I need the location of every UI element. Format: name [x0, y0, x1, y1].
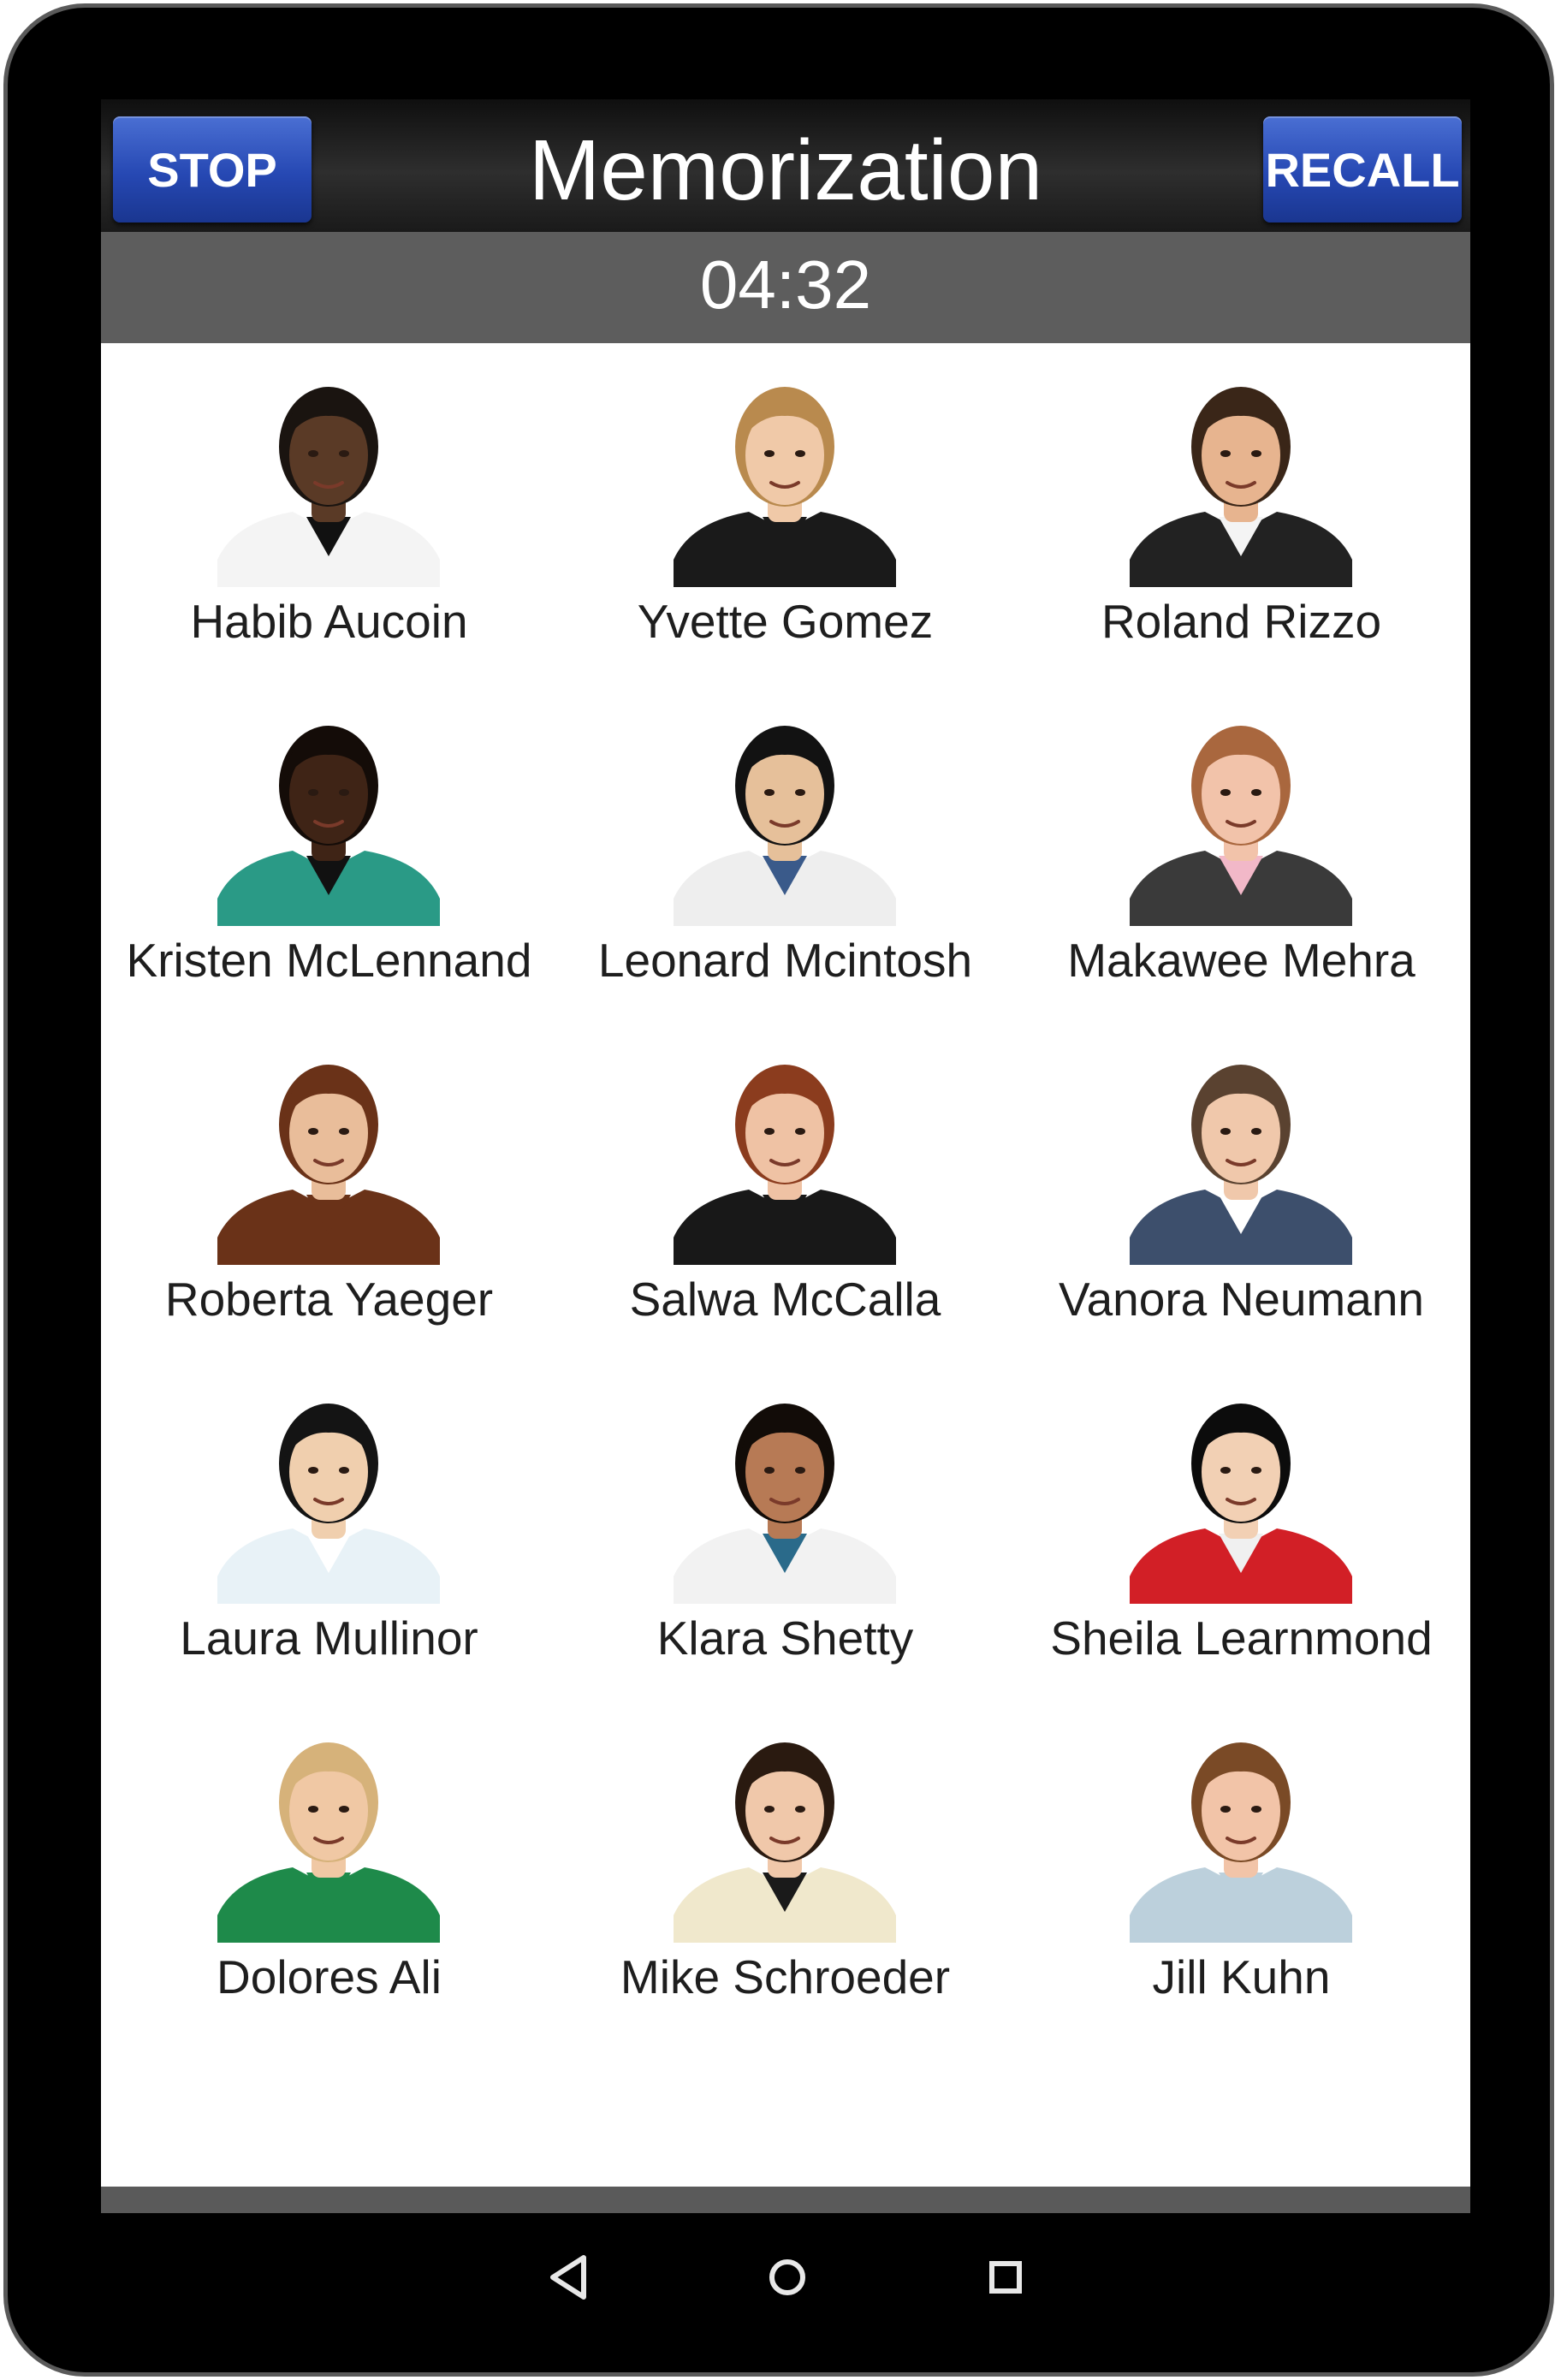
person-name: Mike Schroeder: [620, 1950, 951, 2003]
person-card: Jill Kuhn: [1013, 1703, 1469, 2042]
person-name: Klara Shetty: [656, 1611, 914, 1665]
person-card: Mike Schroeder: [557, 1703, 1013, 2042]
home-circle-icon[interactable]: [749, 2239, 826, 2316]
person-card: Klara Shetty: [557, 1364, 1013, 1703]
person-name: Roberta Yaeger: [164, 1273, 494, 1326]
person-card: Vanora Neumann: [1013, 1025, 1469, 1364]
person-name: Habib Aucoin: [190, 595, 468, 648]
person-name: Salwa McCalla: [629, 1273, 941, 1326]
person-name: Dolores Ali: [217, 1950, 442, 2003]
person-name: Kristen McLennand: [126, 934, 532, 987]
person-photo: [674, 1386, 896, 1604]
system-navigation-bar: [8, 2213, 1550, 2372]
person-photo: [674, 709, 896, 926]
person-photo: [674, 370, 896, 587]
person-card: Salwa McCalla: [557, 1025, 1013, 1364]
person-card: Laura Mullinor: [101, 1364, 557, 1703]
person-name: Laura Mullinor: [180, 1611, 478, 1665]
recents-square-icon[interactable]: [967, 2239, 1044, 2316]
person-card: Sheila Learnmond: [1013, 1364, 1469, 1703]
tablet-frame: STOP Memorization RECALL 04:32 Habib Auc…: [3, 3, 1554, 2377]
person-card: Leonard Mcintosh: [557, 686, 1013, 1025]
page-title: Memorization: [528, 122, 1043, 218]
person-photo: [674, 1725, 896, 1943]
recall-button[interactable]: RECALL: [1263, 116, 1462, 223]
person-photo: [1130, 1725, 1352, 1943]
back-triangle-icon[interactable]: [531, 2239, 608, 2316]
person-photo: [217, 1048, 440, 1265]
person-card: Roland Rizzo: [1013, 347, 1469, 686]
person-card: Makawee Mehra: [1013, 686, 1469, 1025]
person-photo: [217, 709, 440, 926]
person-card: Dolores Ali: [101, 1703, 557, 2042]
person-photo: [217, 370, 440, 587]
person-photo: [674, 1048, 896, 1265]
person-card: Yvette Gomez: [557, 347, 1013, 686]
screen-bottom-strip: [101, 2187, 1470, 2213]
timer-bar: 04:32: [101, 232, 1470, 343]
person-name: Leonard Mcintosh: [597, 934, 973, 987]
person-photo: [1130, 1386, 1352, 1604]
person-card: Kristen McLennand: [101, 686, 557, 1025]
person-name: Makawee Mehra: [1067, 934, 1416, 987]
person-card: Habib Aucoin: [101, 347, 557, 686]
person-photo: [1130, 1048, 1352, 1265]
person-name: Sheila Learnmond: [1050, 1611, 1433, 1665]
person-photo: [217, 1386, 440, 1604]
header-bar: STOP Memorization RECALL: [101, 99, 1470, 232]
stop-button[interactable]: STOP: [113, 116, 312, 223]
person-photo: [1130, 370, 1352, 587]
person-photo: [1130, 709, 1352, 926]
person-photo: [217, 1725, 440, 1943]
person-name: Roland Rizzo: [1101, 595, 1382, 648]
person-name: Yvette Gomez: [637, 595, 934, 648]
person-name: Jill Kuhn: [1152, 1950, 1331, 2003]
countdown-timer: 04:32: [699, 246, 872, 323]
person-card: Roberta Yaeger: [101, 1025, 557, 1364]
app-screen: STOP Memorization RECALL 04:32 Habib Auc…: [101, 99, 1470, 2213]
person-name: Vanora Neumann: [1058, 1273, 1425, 1326]
